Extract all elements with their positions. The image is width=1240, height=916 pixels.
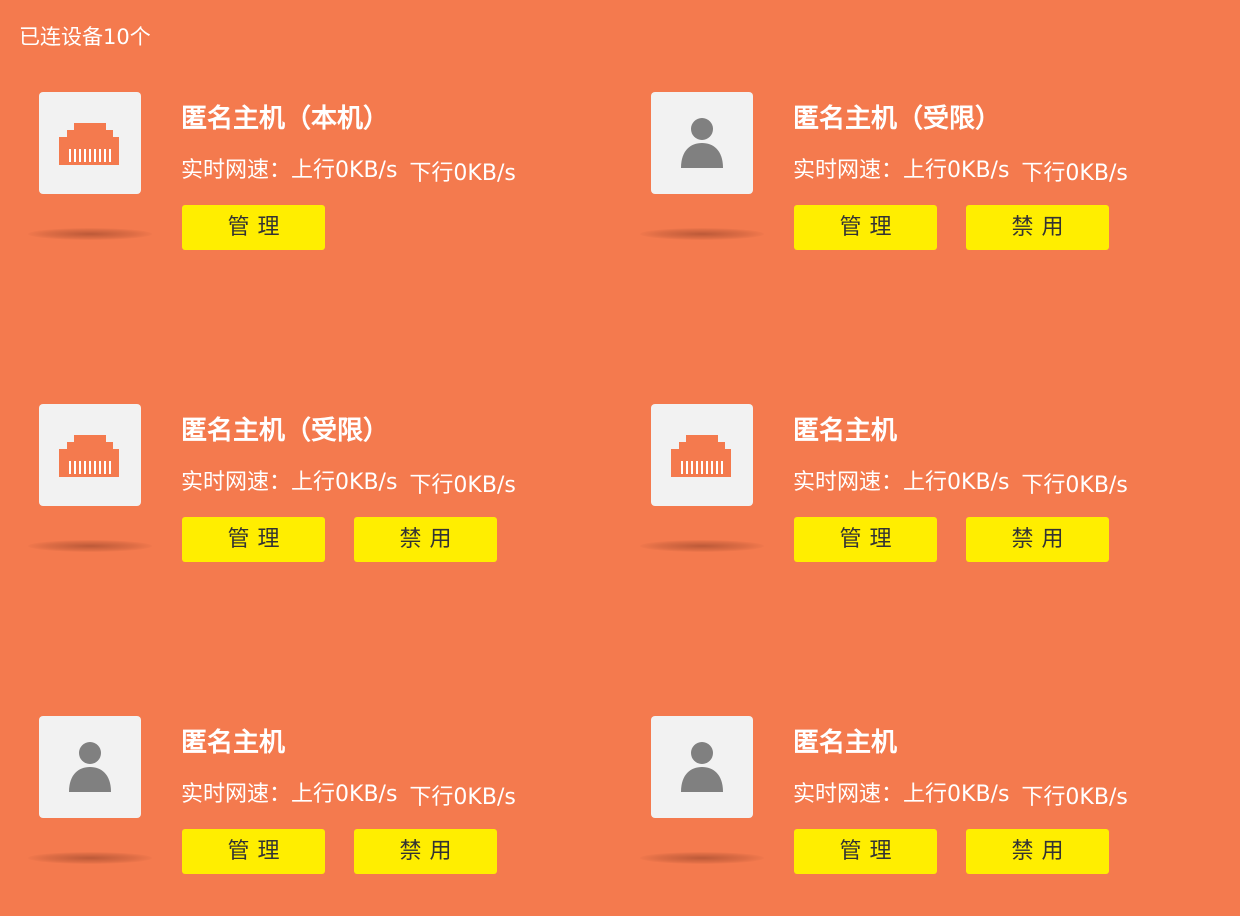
manage-button[interactable]: 管理 — [794, 829, 937, 874]
realtime-speed: 实时网速：上行0KB/s 下行0KB/s — [181, 779, 516, 811]
download-speed: 下行0KB/s — [1021, 473, 1128, 498]
realtime-speed: 实时网速：上行0KB/s 下行0KB/s — [181, 467, 516, 499]
device-name: 匿名主机 — [181, 728, 286, 758]
upload-speed: 上行0KB/s — [291, 470, 398, 495]
icon-shadow — [640, 228, 764, 240]
device-icon-box — [651, 404, 753, 506]
realtime-speed: 实时网速：上行0KB/s 下行0KB/s — [793, 155, 1128, 187]
manage-button[interactable]: 管理 — [794, 205, 937, 250]
manage-button[interactable]: 管理 — [794, 517, 937, 562]
device-name: 匿名主机（本机） — [181, 104, 390, 134]
device-card: 匿名主机 实时网速：上行0KB/s 下行0KB/s 管理 禁用 — [612, 716, 1172, 916]
ethernet-icon — [59, 123, 119, 165]
download-speed: 下行0KB/s — [1021, 785, 1128, 810]
user-icon — [681, 118, 723, 168]
speed-label: 实时网速： — [181, 782, 292, 807]
device-card: 匿名主机 实时网速：上行0KB/s 下行0KB/s 管理 禁用 — [612, 404, 1172, 604]
icon-shadow — [640, 852, 764, 864]
device-card: 匿名主机 实时网速：上行0KB/s 下行0KB/s 管理 禁用 — [0, 716, 560, 916]
download-speed: 下行0KB/s — [409, 785, 516, 810]
upload-speed: 上行0KB/s — [903, 782, 1010, 807]
disable-button[interactable]: 禁用 — [966, 517, 1109, 562]
disable-button[interactable]: 禁用 — [966, 205, 1109, 250]
speed-label: 实时网速： — [181, 470, 292, 495]
upload-speed: 上行0KB/s — [903, 158, 1010, 183]
device-card: 匿名主机（本机） 实时网速：上行0KB/s 下行0KB/s 管理 — [0, 92, 560, 292]
manage-button[interactable]: 管理 — [182, 517, 325, 562]
device-icon-box — [39, 404, 141, 506]
realtime-speed: 实时网速：上行0KB/s 下行0KB/s — [181, 155, 516, 187]
device-name: 匿名主机 — [793, 416, 898, 446]
speed-label: 实时网速： — [793, 470, 904, 495]
device-card: 匿名主机（受限） 实时网速：上行0KB/s 下行0KB/s 管理 禁用 — [612, 92, 1172, 292]
connected-devices-count: 已连设备10个 — [19, 25, 151, 49]
icon-shadow — [28, 540, 152, 552]
icon-shadow — [640, 540, 764, 552]
manage-button[interactable]: 管理 — [182, 829, 325, 874]
download-speed: 下行0KB/s — [1021, 161, 1128, 186]
upload-speed: 上行0KB/s — [291, 782, 398, 807]
device-icon-box — [39, 716, 141, 818]
device-icon-box — [651, 716, 753, 818]
manage-button[interactable]: 管理 — [182, 205, 325, 250]
upload-speed: 上行0KB/s — [903, 470, 1010, 495]
device-name: 匿名主机 — [793, 728, 898, 758]
download-speed: 下行0KB/s — [409, 161, 516, 186]
realtime-speed: 实时网速：上行0KB/s 下行0KB/s — [793, 779, 1128, 811]
device-card: 匿名主机（受限） 实时网速：上行0KB/s 下行0KB/s 管理 禁用 — [0, 404, 560, 604]
ethernet-icon — [671, 435, 731, 477]
disable-button[interactable]: 禁用 — [966, 829, 1109, 874]
ethernet-icon — [59, 435, 119, 477]
speed-label: 实时网速： — [793, 158, 904, 183]
upload-speed: 上行0KB/s — [291, 158, 398, 183]
user-icon — [69, 742, 111, 792]
icon-shadow — [28, 228, 152, 240]
device-name: 匿名主机（受限） — [181, 416, 390, 446]
disable-button[interactable]: 禁用 — [354, 829, 497, 874]
speed-label: 实时网速： — [181, 158, 292, 183]
realtime-speed: 实时网速：上行0KB/s 下行0KB/s — [793, 467, 1128, 499]
download-speed: 下行0KB/s — [409, 473, 516, 498]
speed-label: 实时网速： — [793, 782, 904, 807]
disable-button[interactable]: 禁用 — [354, 517, 497, 562]
device-name: 匿名主机（受限） — [793, 104, 1002, 134]
user-icon — [681, 742, 723, 792]
device-icon-box — [39, 92, 141, 194]
device-icon-box — [651, 92, 753, 194]
icon-shadow — [28, 852, 152, 864]
